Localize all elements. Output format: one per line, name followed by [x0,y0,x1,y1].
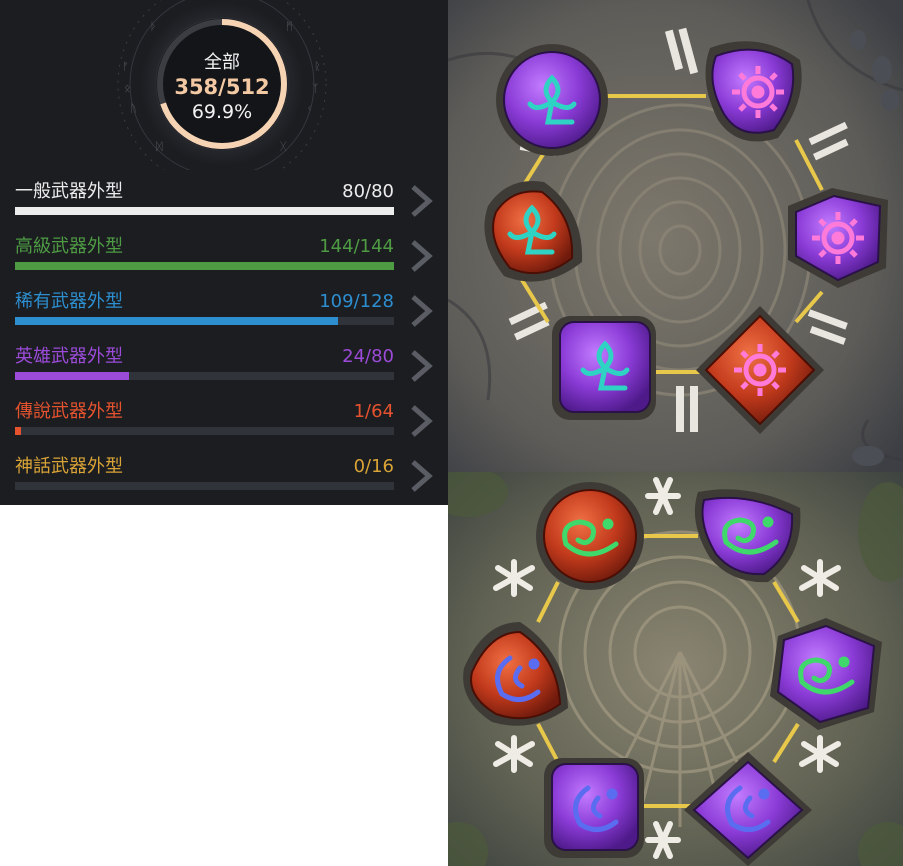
category-row-heroic[interactable]: 英雄武器外型 24/80 [0,346,448,401]
category-name: 一般武器外型 [15,181,123,202]
category-count: 24/80 [342,346,394,367]
category-name: 高級武器外型 [15,236,123,257]
chevron-right-icon[interactable] [405,293,435,329]
svg-text:ᚷ: ᚷ [280,140,287,153]
total-percent: 69.9% [191,101,253,123]
svg-text:ᛞ: ᛞ [156,140,163,153]
total-label: 全部 [204,52,240,73]
chevron-right-icon[interactable] [405,348,435,384]
category-progress-fill [15,207,394,215]
category-count: 0/16 [353,456,394,477]
rune-puzzle-board-bottom [448,472,903,866]
gem-slot-1[interactable] [536,482,644,590]
gem-slot-5[interactable] [552,316,656,420]
collection-stats-panel: ᚠᛟᚢ ᚱᛉᚲ ᚦᛗ ᛞᚷ 全部 358/512 69.9% 一般武器外型 80… [0,0,448,505]
category-progress-fill [15,427,22,435]
category-row-common[interactable]: 一般武器外型 80/80 [0,181,448,236]
category-progress-fill [15,262,394,270]
gem-slot-5[interactable] [544,758,644,858]
category-progress-fill [15,317,338,325]
chevron-right-icon[interactable] [405,403,435,439]
category-name: 英雄武器外型 [15,346,123,367]
category-count: 1/64 [353,401,394,422]
category-count: 109/128 [319,291,394,312]
chevron-right-icon[interactable] [405,458,435,494]
category-name: 稀有武器外型 [15,291,123,312]
category-progress-track [15,482,394,490]
category-progress-track [15,427,394,435]
category-progress-track [15,207,394,215]
gem-slot-1[interactable] [496,44,608,156]
puzzle-board-graphic [448,472,903,866]
chevron-right-icon[interactable] [405,238,435,274]
svg-text:ᛗ: ᛗ [286,20,293,33]
category-progress-fill [15,372,129,380]
category-row-legendary[interactable]: 傳說武器外型 1/64 [0,401,448,456]
category-progress-track [15,317,394,325]
category-row-uncommon[interactable]: 高級武器外型 144/144 [0,236,448,291]
category-row-rare[interactable]: 稀有武器外型 109/128 [0,291,448,346]
category-progress-track [15,262,394,270]
puzzle-board-graphic [448,0,903,472]
rune-puzzle-board-top [448,0,903,472]
svg-text:ᚦ: ᚦ [150,20,157,33]
category-row-mythic[interactable]: 神話武器外型 0/16 [0,456,448,505]
chevron-right-icon[interactable] [405,183,435,219]
category-name: 傳說武器外型 [15,401,123,422]
category-count: 144/144 [319,236,394,257]
category-name: 神話武器外型 [15,456,123,477]
category-count: 80/80 [342,181,394,202]
total-count: 358/512 [174,75,270,99]
category-progress-track [15,372,394,380]
total-progress-ring: ᚠᛟᚢ ᚱᛉᚲ ᚦᛗ ᛞᚷ 全部 358/512 69.9% [110,0,334,170]
